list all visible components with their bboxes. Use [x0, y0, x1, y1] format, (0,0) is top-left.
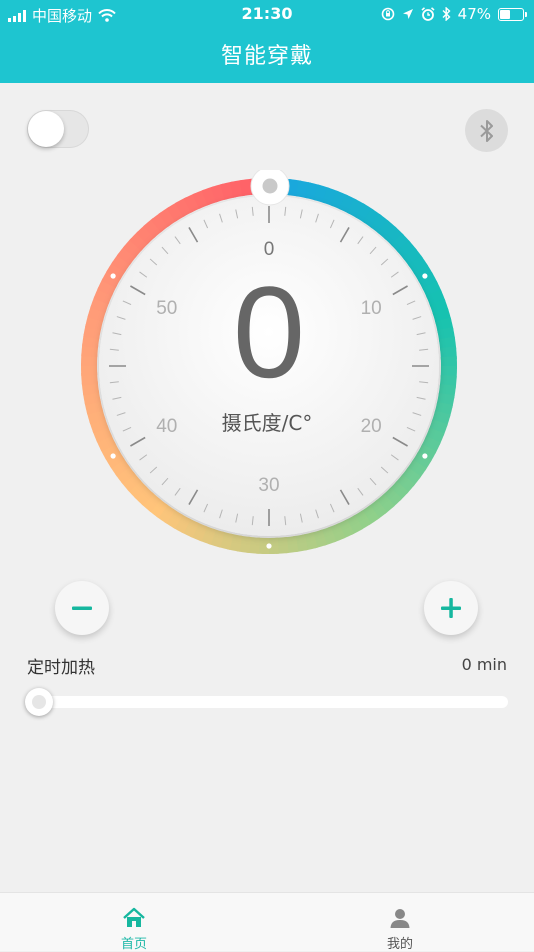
timer-slider-thumb[interactable]	[25, 688, 53, 716]
timer-value: 0 min	[462, 655, 507, 674]
ring-dot	[422, 273, 427, 278]
ring-dot	[266, 543, 271, 548]
location-icon	[402, 8, 414, 20]
temperature-unit: 摄氏度/C°	[222, 411, 313, 435]
bluetooth-button[interactable]	[465, 109, 508, 152]
battery-percent: 47%	[458, 5, 491, 23]
timer-slider-track[interactable]	[27, 696, 508, 708]
alarm-icon	[421, 7, 435, 21]
home-icon	[122, 907, 146, 929]
power-toggle[interactable]	[27, 110, 89, 148]
temperature-dial[interactable]: 0 10 20 30 40 50 0 摄氏度/C°	[80, 170, 460, 560]
tab-bar: 首页 我的	[0, 892, 534, 951]
toggle-knob[interactable]	[28, 111, 64, 147]
timer-label: 定时加热	[27, 653, 95, 678]
scale-label: 30	[258, 475, 279, 496]
scale-label: 10	[361, 298, 382, 319]
decrease-button[interactable]	[55, 581, 109, 635]
ring-dot	[422, 453, 427, 458]
increase-button[interactable]	[424, 581, 478, 635]
scale-label: 20	[361, 416, 382, 437]
tab-home[interactable]: 首页	[84, 893, 184, 951]
battery-icon	[498, 8, 524, 21]
tab-home-label: 首页	[84, 933, 184, 952]
ring-dot	[111, 453, 116, 458]
temperature-value: 0	[233, 259, 305, 405]
page-title: 智能穿戴	[0, 38, 534, 70]
orientation-lock-icon	[381, 7, 395, 21]
status-bar: 中国移动 21:30	[0, 0, 534, 28]
bluetooth-icon	[479, 119, 495, 143]
scale-label: 50	[156, 298, 177, 319]
plus-icon	[440, 597, 462, 619]
bluetooth-status-icon	[442, 7, 451, 21]
ring-dot	[111, 273, 116, 278]
app-header: 中国移动 21:30	[0, 0, 534, 83]
dial-handle[interactable]	[251, 170, 289, 205]
scale-label: 40	[156, 416, 177, 437]
scale-label: 0	[264, 239, 275, 260]
tab-mine[interactable]: 我的	[350, 893, 450, 951]
person-icon	[389, 907, 411, 929]
tab-mine-label: 我的	[350, 933, 450, 952]
minus-icon	[71, 597, 93, 619]
